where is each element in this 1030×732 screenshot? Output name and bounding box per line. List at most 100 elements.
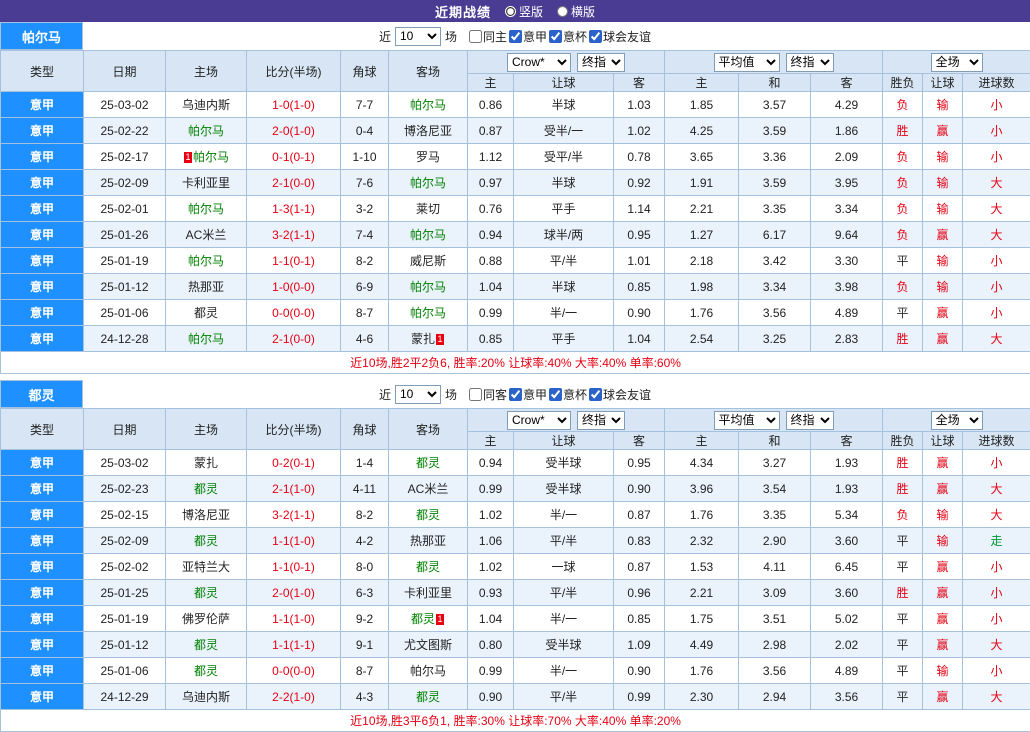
- ah-handicap: 受平/半: [514, 144, 614, 170]
- ah-away-odds: 0.92: [614, 170, 665, 196]
- filter-option-0[interactable]: 同客: [469, 386, 507, 403]
- corner-count: 7-7: [341, 92, 389, 118]
- asian-odds-time-select[interactable]: 终指: [577, 411, 625, 430]
- match-date: 25-01-19: [84, 248, 166, 274]
- match-date: 25-02-01: [84, 196, 166, 222]
- eu-away-odds: 3.60: [811, 580, 883, 606]
- ah-home-odds: 0.97: [468, 170, 514, 196]
- winloss-result: 平: [883, 300, 923, 326]
- filter-checkbox[interactable]: [589, 388, 602, 401]
- col-header-eu-draw: 和: [739, 74, 811, 92]
- away-team-cell: 莱切: [389, 196, 468, 222]
- radio-horizontal-input[interactable]: [557, 6, 568, 17]
- goals-result: 小: [963, 658, 1030, 684]
- col-header-handicap-result: 让球: [923, 432, 963, 450]
- result-scope-header: 全场: [883, 51, 1030, 74]
- handicap-result: 赢: [923, 326, 963, 352]
- away-team-name: 帕尔马: [410, 98, 446, 112]
- asian-odds-time-select[interactable]: 终指: [577, 53, 625, 72]
- home-team-name: 都灵: [194, 664, 218, 678]
- match-score: 1-3(1-1): [247, 196, 341, 222]
- away-team-cell: 都灵1: [389, 606, 468, 632]
- filter-checkbox[interactable]: [549, 30, 562, 43]
- col-header-winloss: 胜负: [883, 432, 923, 450]
- radio-vertical-input[interactable]: [505, 6, 516, 17]
- filter-checkbox[interactable]: [549, 388, 562, 401]
- goals-result: 大: [963, 684, 1030, 710]
- match-score: 1-1(1-0): [247, 606, 341, 632]
- ah-home-odds: 0.94: [468, 222, 514, 248]
- summary-text: 近10场,胜2平2负6, 胜率:20% 让球率:40% 大率:40% 单率:60…: [1, 352, 1030, 374]
- handicap-result: 赢: [923, 118, 963, 144]
- filter-checkbox-label: 球会友谊: [603, 386, 651, 403]
- europe-odds-time-select[interactable]: 终指: [786, 411, 834, 430]
- filter-option-3[interactable]: 球会友谊: [589, 386, 651, 403]
- ah-away-odds: 0.87: [614, 502, 665, 528]
- col-header-ah-handicap: 让球: [514, 74, 614, 92]
- home-team-name: 帕尔马: [188, 332, 224, 346]
- scope-select[interactable]: 全场: [931, 53, 983, 72]
- eu-home-odds: 2.18: [665, 248, 739, 274]
- match-score: 1-0(1-0): [247, 92, 341, 118]
- match-count-select[interactable]: 10: [395, 27, 441, 46]
- match-row: 意甲25-02-01帕尔马1-3(1-1)3-2莱切0.76平手1.142.21…: [1, 196, 1030, 222]
- handicap-result: 赢: [923, 450, 963, 476]
- filter-option-2[interactable]: 意杯: [549, 28, 587, 45]
- col-header-ah-home: 主: [468, 74, 514, 92]
- filter-option-1[interactable]: 意甲: [509, 28, 547, 45]
- col-header-date: 日期: [84, 51, 166, 92]
- europe-odds-time-select[interactable]: 终指: [786, 53, 834, 72]
- eu-home-odds: 3.96: [665, 476, 739, 502]
- ah-handicap: 受半/一: [514, 118, 614, 144]
- layout-radio-horizontal[interactable]: 横版: [557, 3, 595, 20]
- eu-away-odds: 1.93: [811, 476, 883, 502]
- match-score: 2-0(1-0): [247, 118, 341, 144]
- filter-option-2[interactable]: 意杯: [549, 386, 587, 403]
- europe-average-select[interactable]: 平均值: [714, 411, 780, 430]
- ah-away-odds: 0.99: [614, 684, 665, 710]
- result-scope-header: 全场: [883, 409, 1030, 432]
- filter-checkbox[interactable]: [469, 30, 482, 43]
- filter-checkbox[interactable]: [589, 30, 602, 43]
- eu-away-odds: 5.34: [811, 502, 883, 528]
- home-team-name: 都灵: [194, 482, 218, 496]
- goals-result: 走: [963, 528, 1030, 554]
- handicap-result: 输: [923, 274, 963, 300]
- page-title: 近期战绩: [435, 2, 491, 21]
- eu-away-odds: 3.30: [811, 248, 883, 274]
- match-date: 25-02-17: [84, 144, 166, 170]
- ah-home-odds: 1.04: [468, 606, 514, 632]
- col-header-eu-home: 主: [665, 432, 739, 450]
- layout-radio-vertical[interactable]: 竖版: [505, 3, 543, 20]
- ah-handicap: 平/半: [514, 528, 614, 554]
- home-team-cell: 帕尔马: [166, 326, 247, 352]
- bookmaker-select[interactable]: Crow*: [507, 53, 571, 72]
- league-badge: 意甲: [1, 632, 84, 658]
- scope-select[interactable]: 全场: [931, 411, 983, 430]
- ah-handicap: 球半/两: [514, 222, 614, 248]
- winloss-result: 胜: [883, 476, 923, 502]
- away-team-name: 帕尔马: [410, 280, 446, 294]
- ah-home-odds: 1.02: [468, 502, 514, 528]
- goals-result: 小: [963, 554, 1030, 580]
- asian-odds-header: Crow* 终指: [468, 51, 665, 74]
- red-card-badge: 1: [436, 334, 444, 345]
- match-row: 意甲25-01-12都灵1-1(1-1)9-1尤文图斯0.80受半球1.094.…: [1, 632, 1030, 658]
- filter-option-0[interactable]: 同主: [469, 28, 507, 45]
- filter-option-1[interactable]: 意甲: [509, 386, 547, 403]
- europe-average-select[interactable]: 平均值: [714, 53, 780, 72]
- winloss-result: 胜: [883, 326, 923, 352]
- filter-checkbox[interactable]: [469, 388, 482, 401]
- ah-handicap: 平/半: [514, 248, 614, 274]
- filter-checkbox[interactable]: [509, 30, 522, 43]
- filter-checkbox-label: 意杯: [563, 386, 587, 403]
- filter-option-3[interactable]: 球会友谊: [589, 28, 651, 45]
- match-score: 1-1(0-1): [247, 554, 341, 580]
- home-team-name: 热那亚: [188, 280, 224, 294]
- ah-away-odds: 0.83: [614, 528, 665, 554]
- col-header-corner: 角球: [341, 51, 389, 92]
- match-score: 2-1(1-0): [247, 476, 341, 502]
- filter-checkbox[interactable]: [509, 388, 522, 401]
- bookmaker-select[interactable]: Crow*: [507, 411, 571, 430]
- match-count-select[interactable]: 10: [395, 385, 441, 404]
